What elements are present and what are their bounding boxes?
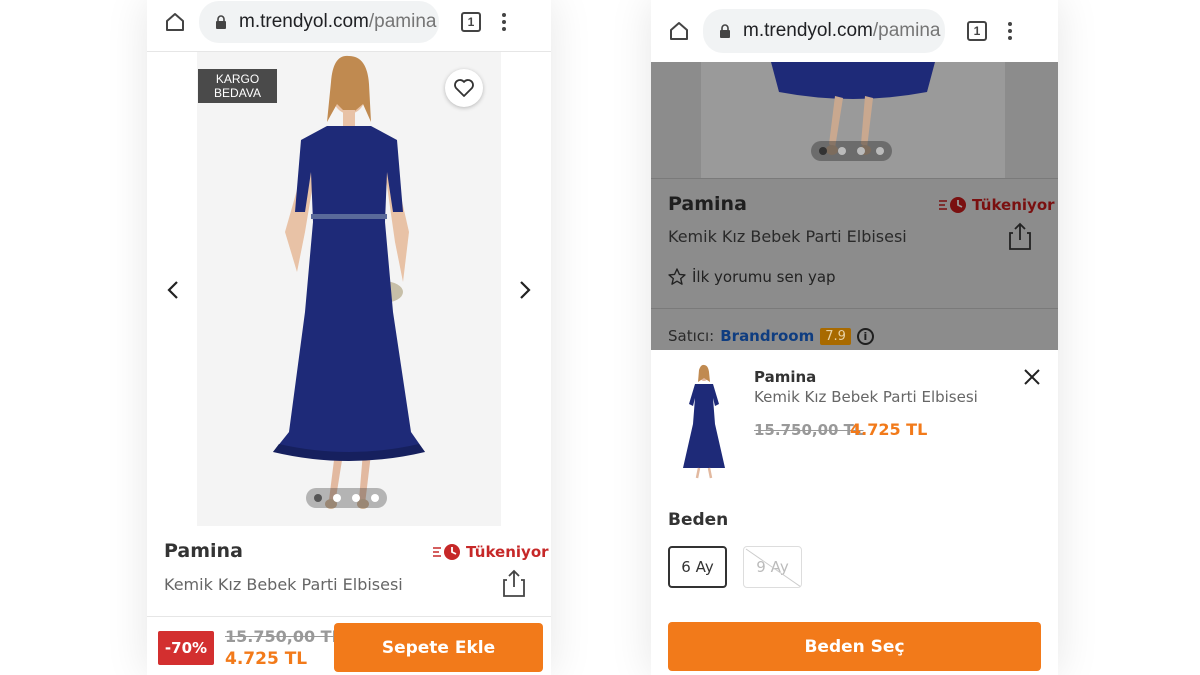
product-name: Kemik Kız Bebek Parti Elbisesi xyxy=(164,575,403,594)
sheet-product-name: Kemik Kız Bebek Parti Elbisesi xyxy=(754,388,978,406)
size-section-title: Beden xyxy=(668,510,729,530)
browser-toolbar: m.trendyol.com/pamina 1 xyxy=(147,0,551,52)
carousel-dots[interactable] xyxy=(306,488,387,508)
product-page-screen: m.trendyol.com/pamina 1 KARGO BEDAVA Pam… xyxy=(147,0,551,675)
home-icon[interactable] xyxy=(667,19,691,43)
product-brand: Pamina xyxy=(668,193,747,215)
share-icon xyxy=(1009,222,1031,250)
discount-badge: -70% xyxy=(158,631,214,665)
favorite-heart-icon[interactable] xyxy=(445,69,483,107)
sale-price: 4.725 TL xyxy=(225,649,308,669)
browser-toolbar: m.trendyol.com/pamina 1 xyxy=(651,0,1058,62)
divider xyxy=(651,178,1058,179)
next-image-arrow-icon[interactable] xyxy=(515,276,535,304)
info-icon: i xyxy=(856,327,874,345)
home-icon[interactable] xyxy=(163,10,187,34)
product-brand[interactable]: Pamina xyxy=(164,540,243,562)
size-option-6-ay[interactable]: 6 Ay xyxy=(668,546,727,588)
tab-switcher-button[interactable]: 1 xyxy=(461,11,481,32)
tab-switcher-button[interactable]: 1 xyxy=(967,21,987,41)
seller-info: Satıcı: Brandroom 7.9 i xyxy=(668,327,874,345)
close-icon[interactable] xyxy=(1023,368,1041,386)
stock-status-text: Tükeniyor xyxy=(466,543,549,561)
seller-label: Satıcı: xyxy=(668,327,715,345)
product-name: Kemik Kız Bebek Parti Elbisesi xyxy=(668,227,907,246)
purchase-bar: -70% 15.750,00 TL 4.725 TL Sepete Ekle xyxy=(147,616,551,675)
dimmed-page-overlay[interactable]: Pamina Tükeniyor Kemik Kız Bebek Parti E… xyxy=(651,62,1058,350)
url-text: m.trendyol.com/pamina xyxy=(743,20,941,41)
size-bottom-sheet: Pamina Kemik Kız Bebek Parti Elbisesi 15… xyxy=(651,350,1058,675)
share-icon[interactable] xyxy=(503,569,525,597)
address-bar[interactable]: m.trendyol.com/pamina xyxy=(703,9,945,53)
select-size-button[interactable]: Beden Seç xyxy=(668,622,1041,671)
divider xyxy=(651,308,1058,309)
size-option-9-ay-unavailable: 9 Ay xyxy=(743,546,802,588)
original-price: 15.750,00 TL xyxy=(754,421,864,439)
seller-score-badge: 7.9 xyxy=(820,327,851,345)
original-price: 15.750,00 TL xyxy=(225,627,342,646)
more-options-icon[interactable] xyxy=(1007,22,1013,40)
product-image xyxy=(197,52,501,526)
star-icon xyxy=(668,268,686,285)
carousel-dots[interactable] xyxy=(811,141,892,161)
size-selection-screen: m.trendyol.com/pamina 1 Pamina Tükeniyor… xyxy=(651,0,1058,675)
strikethrough-line xyxy=(745,548,801,587)
more-options-icon[interactable] xyxy=(501,12,507,31)
product-image-carousel[interactable]: KARGO BEDAVA xyxy=(147,52,551,526)
seller-name: Brandroom xyxy=(720,327,815,345)
url-text: m.trendyol.com/pamina xyxy=(239,10,437,32)
stock-status-badge: Tükeniyor xyxy=(939,196,1055,214)
review-prompt: İlk yorumu sen yap xyxy=(668,268,836,286)
lock-icon xyxy=(720,24,730,38)
add-to-cart-button[interactable]: Sepete Ekle xyxy=(334,623,543,672)
review-prompt-text: İlk yorumu sen yap xyxy=(692,268,836,286)
sale-price: 4.725 TL xyxy=(850,420,928,439)
stock-status-badge: Tükeniyor xyxy=(433,543,549,561)
stock-status-text: Tükeniyor xyxy=(972,196,1055,214)
lock-icon xyxy=(216,14,226,29)
free-shipping-badge: KARGO BEDAVA xyxy=(198,69,277,103)
running-out-clock-icon xyxy=(433,544,460,560)
sheet-product-brand: Pamina xyxy=(754,368,817,386)
product-thumbnail xyxy=(683,364,725,479)
previous-image-arrow-icon[interactable] xyxy=(163,276,183,304)
address-bar[interactable]: m.trendyol.com/pamina xyxy=(199,0,439,43)
running-out-clock-icon xyxy=(939,197,966,213)
